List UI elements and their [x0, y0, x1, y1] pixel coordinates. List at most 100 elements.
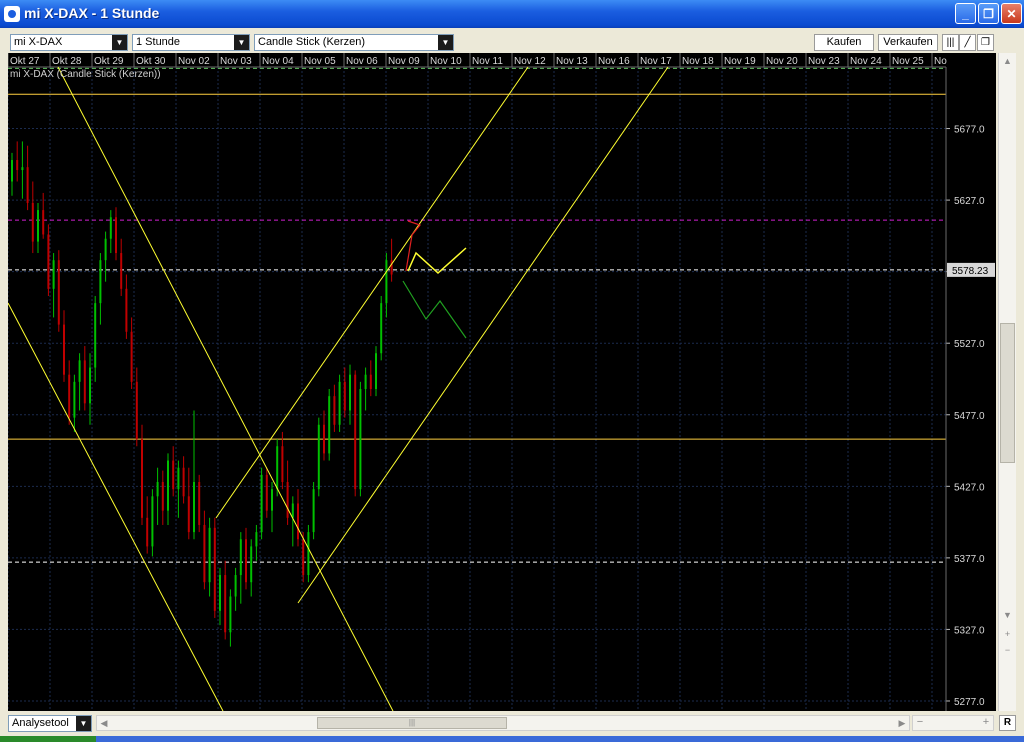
y-tick-label: 5477.0	[954, 411, 985, 422]
x-tick-label: Nov 12	[514, 56, 546, 67]
candlestick-chart[interactable]: Okt 27 Okt 28 Okt 29 Okt 30 Nov 02 Nov 03 Nov …	[7, 53, 996, 712]
scroll-right-icon[interactable]: ▶	[895, 716, 909, 730]
candle-body	[312, 489, 315, 533]
x-tick-label: Nov 23	[808, 56, 840, 67]
candle-body	[182, 467, 185, 497]
candle-body	[47, 234, 50, 289]
candle-body	[99, 260, 102, 304]
candle-body	[42, 210, 45, 235]
candle-body	[52, 260, 55, 289]
chevron-down-icon[interactable]: ▼	[234, 35, 249, 50]
zoom-out-icon[interactable]: −	[913, 716, 927, 730]
horizontal-scrollbar[interactable]: ◀ ||| ▶	[96, 715, 910, 731]
reset-button[interactable]: R	[999, 715, 1016, 731]
app-icon[interactable]	[4, 6, 20, 22]
candle-body	[255, 532, 258, 547]
candle-body	[141, 439, 143, 518]
x-tick-label: Nov 20	[766, 56, 798, 67]
candle-body	[297, 503, 299, 540]
candle-body	[276, 446, 279, 490]
candle-body	[323, 424, 325, 454]
y-tick-label: 5377.0	[954, 554, 985, 565]
candle-body	[229, 596, 232, 633]
restore-button[interactable]: ❐	[978, 3, 999, 24]
candle-body	[328, 396, 331, 454]
candle-body	[349, 374, 351, 411]
x-tick-label: Nov 10	[430, 56, 462, 67]
chevron-down-icon[interactable]: ▼	[438, 35, 453, 50]
x-tick-label: Nov 04	[262, 56, 294, 67]
instrument-select[interactable]: mi X-DAX ▼	[10, 34, 128, 51]
bar-chart-icon[interactable]: |||	[942, 34, 959, 51]
candle-body	[302, 539, 305, 576]
candle-body	[73, 381, 76, 418]
x-tick-label: Nov 11	[472, 56, 503, 67]
x-tick-label: Nov 25	[892, 56, 924, 67]
scroll-down-icon[interactable]: ▼	[1000, 608, 1015, 623]
candle-body	[307, 532, 310, 576]
draw-line-icon[interactable]: ╱	[959, 34, 976, 51]
candle-body	[151, 496, 154, 547]
scroll-up-icon[interactable]: ▲	[1000, 54, 1015, 69]
sell-button[interactable]: Verkaufen	[878, 34, 938, 51]
candle-body	[208, 527, 211, 583]
candle-body	[213, 527, 216, 611]
candle-body	[203, 524, 206, 583]
x-tick-label: Okt 28	[52, 56, 82, 67]
new-window-icon[interactable]: ❐	[977, 34, 994, 51]
window-title: mi X-DAX - 1 Stunde	[24, 5, 160, 21]
horizontal-scroll-thumb[interactable]: |||	[317, 717, 507, 729]
current-price-label: 5578.23	[952, 266, 989, 277]
candle-body	[271, 489, 273, 511]
candle-body	[369, 374, 372, 389]
chart-type-value: Candle Stick (Kerzen)	[258, 36, 365, 48]
scroll-left-icon[interactable]: ◀	[97, 716, 111, 730]
candle-body	[343, 381, 346, 411]
interval-select[interactable]: 1 Stunde ▼	[132, 34, 250, 51]
chevron-down-icon[interactable]: ▼	[112, 35, 127, 50]
candle-body	[89, 367, 91, 404]
horizontal-zoom[interactable]: − +	[912, 715, 994, 731]
candle-body	[11, 160, 13, 182]
y-tick-label: 5677.0	[954, 125, 985, 136]
zoom-out-icon[interactable]: −	[1000, 643, 1015, 658]
chevron-down-icon[interactable]: ▼	[76, 716, 91, 731]
candle-body	[135, 381, 138, 440]
x-tick-label: Nov 09	[388, 56, 420, 67]
vertical-scroll-thumb[interactable]	[1000, 323, 1015, 463]
candle-body	[120, 253, 123, 289]
candle-body	[130, 331, 133, 382]
candle-body	[286, 482, 289, 518]
candle-body	[68, 374, 71, 418]
zoom-in-icon[interactable]: +	[979, 716, 993, 730]
candle-body	[156, 482, 159, 497]
y-tick-label: 5277.0	[954, 697, 985, 708]
buy-button[interactable]: Kaufen	[814, 34, 874, 51]
x-tick-label: Okt 30	[136, 56, 166, 67]
x-tick-label: Nov 13	[556, 56, 588, 67]
close-button[interactable]: ✕	[1001, 3, 1022, 24]
x-tick-label: Nov 17	[640, 56, 672, 67]
x-tick-label: Nov 18	[682, 56, 714, 67]
chart-title: mi X-DAX (Candle Stick (Kerzen))	[10, 69, 161, 80]
x-tick-label: Nov 19	[724, 56, 756, 67]
y-tick-label: 5627.0	[954, 196, 985, 207]
candle-body	[78, 360, 81, 382]
candle-body	[161, 482, 164, 511]
zoom-in-icon[interactable]: +	[1000, 627, 1015, 642]
candle-body	[167, 460, 169, 511]
chart-type-select[interactable]: Candle Stick (Kerzen) ▼	[254, 34, 454, 51]
x-axis: Okt 27 Okt 28 Okt 29 Okt 30 Nov 02 Nov 03 Nov …	[7, 53, 996, 68]
candle-body	[21, 167, 24, 171]
analysis-tool-select[interactable]: Analysetool ▼	[8, 715, 92, 732]
minimize-button[interactable]: _	[955, 3, 976, 24]
candle-body	[245, 539, 247, 583]
candle-body	[354, 374, 357, 490]
candle-body	[281, 446, 284, 483]
candle-body	[317, 424, 320, 490]
taskbar-strip	[0, 736, 1024, 742]
x-tick-label: Nov 02	[178, 56, 210, 67]
chart-area[interactable]: Okt 27 Okt 28 Okt 29 Okt 30 Nov 02 Nov 03 Nov …	[7, 53, 996, 712]
candle-body	[31, 202, 34, 242]
vertical-scrollbar[interactable]: ▲ ▼ + −	[998, 53, 1016, 711]
